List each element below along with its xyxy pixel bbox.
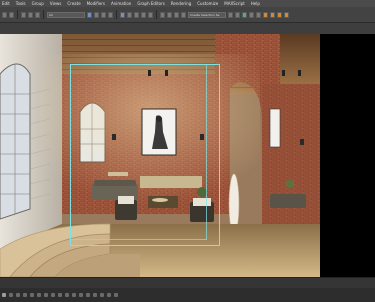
pivot-center-icon[interactable] xyxy=(148,11,153,18)
main-toolbar: All Create Selection Se xyxy=(0,7,375,23)
menu-animation[interactable]: Animation xyxy=(111,1,131,6)
render-production-icon[interactable] xyxy=(284,11,289,18)
menu-bar: Edit Tools Group Views Create Modifiers … xyxy=(0,0,375,7)
toolbar-divider xyxy=(156,10,157,19)
zoom-extents-icon[interactable] xyxy=(86,293,90,297)
status-bar xyxy=(0,288,375,302)
maximize-viewport-icon[interactable] xyxy=(114,293,118,297)
redo-icon[interactable] xyxy=(9,11,14,18)
toolbar-divider xyxy=(17,10,18,19)
select-object-icon[interactable] xyxy=(87,11,92,18)
named-selection-sets-dropdown[interactable]: Create Selection Se xyxy=(188,11,226,18)
key-filters-icon[interactable] xyxy=(16,293,20,297)
menu-modifiers[interactable]: Modifiers xyxy=(87,1,105,6)
menu-views[interactable]: Views xyxy=(50,1,62,6)
play-icon[interactable] xyxy=(37,293,41,297)
material-editor-icon[interactable] xyxy=(263,11,268,18)
menu-tools[interactable]: Tools xyxy=(16,1,26,6)
safe-frame-inner xyxy=(70,64,207,240)
percent-snap-icon[interactable] xyxy=(174,11,179,18)
curve-editor-icon[interactable] xyxy=(249,11,254,18)
menu-group[interactable]: Group xyxy=(32,1,44,6)
angle-snap-icon[interactable] xyxy=(167,11,172,18)
unlink-icon[interactable] xyxy=(28,11,33,18)
toolbar-divider xyxy=(43,10,44,19)
reference-coordinate-icon[interactable] xyxy=(141,11,146,18)
mirror-icon[interactable] xyxy=(228,11,233,18)
zoom-all-icon[interactable] xyxy=(79,293,83,297)
camera-viewport[interactable] xyxy=(0,34,320,277)
layer-manager-icon[interactable] xyxy=(242,11,247,18)
undo-icon[interactable] xyxy=(2,11,7,18)
selection-filter-dropdown[interactable]: All xyxy=(47,11,85,18)
spinner-snap-icon[interactable] xyxy=(181,11,186,18)
bind-space-warp-icon[interactable] xyxy=(35,11,40,18)
render-frame-icon[interactable] xyxy=(277,11,282,18)
menu-edit[interactable]: Edit xyxy=(2,1,10,6)
window-crossing-icon[interactable] xyxy=(108,11,113,18)
menu-graph-editors[interactable]: Graph Editors xyxy=(137,1,164,6)
pan-icon[interactable] xyxy=(100,293,104,297)
menu-create[interactable]: Create xyxy=(67,1,80,6)
menu-maxscript[interactable]: MAXScript xyxy=(224,1,245,6)
render-setup-icon[interactable] xyxy=(270,11,275,18)
command-panel[interactable] xyxy=(320,34,375,277)
zoom-icon[interactable] xyxy=(72,293,76,297)
time-configuration-icon[interactable] xyxy=(65,293,69,297)
scale-icon[interactable] xyxy=(134,11,139,18)
field-of-view-icon[interactable] xyxy=(93,293,97,297)
link-icon[interactable] xyxy=(21,11,26,18)
rotate-icon[interactable] xyxy=(127,11,132,18)
selection-region-icon[interactable] xyxy=(101,11,106,18)
key-mode-icon[interactable] xyxy=(58,293,62,297)
menu-rendering[interactable]: Rendering xyxy=(171,1,191,6)
select-by-name-icon[interactable] xyxy=(94,11,99,18)
next-frame-icon[interactable] xyxy=(44,293,48,297)
previous-frame-icon[interactable] xyxy=(30,293,34,297)
schematic-view-icon[interactable] xyxy=(256,11,261,18)
orbit-icon[interactable] xyxy=(107,293,111,297)
go-to-end-icon[interactable] xyxy=(51,293,55,297)
snap-toggle-icon[interactable] xyxy=(160,11,165,18)
align-icon[interactable] xyxy=(235,11,240,18)
go-to-start-icon[interactable] xyxy=(23,293,27,297)
set-key-icon[interactable] xyxy=(9,293,13,297)
auto-key-icon[interactable] xyxy=(2,293,6,297)
move-icon[interactable] xyxy=(120,11,125,18)
menu-help[interactable]: Help xyxy=(251,1,260,6)
toolbar-divider xyxy=(116,10,117,19)
menu-customize[interactable]: Customize xyxy=(197,1,218,6)
